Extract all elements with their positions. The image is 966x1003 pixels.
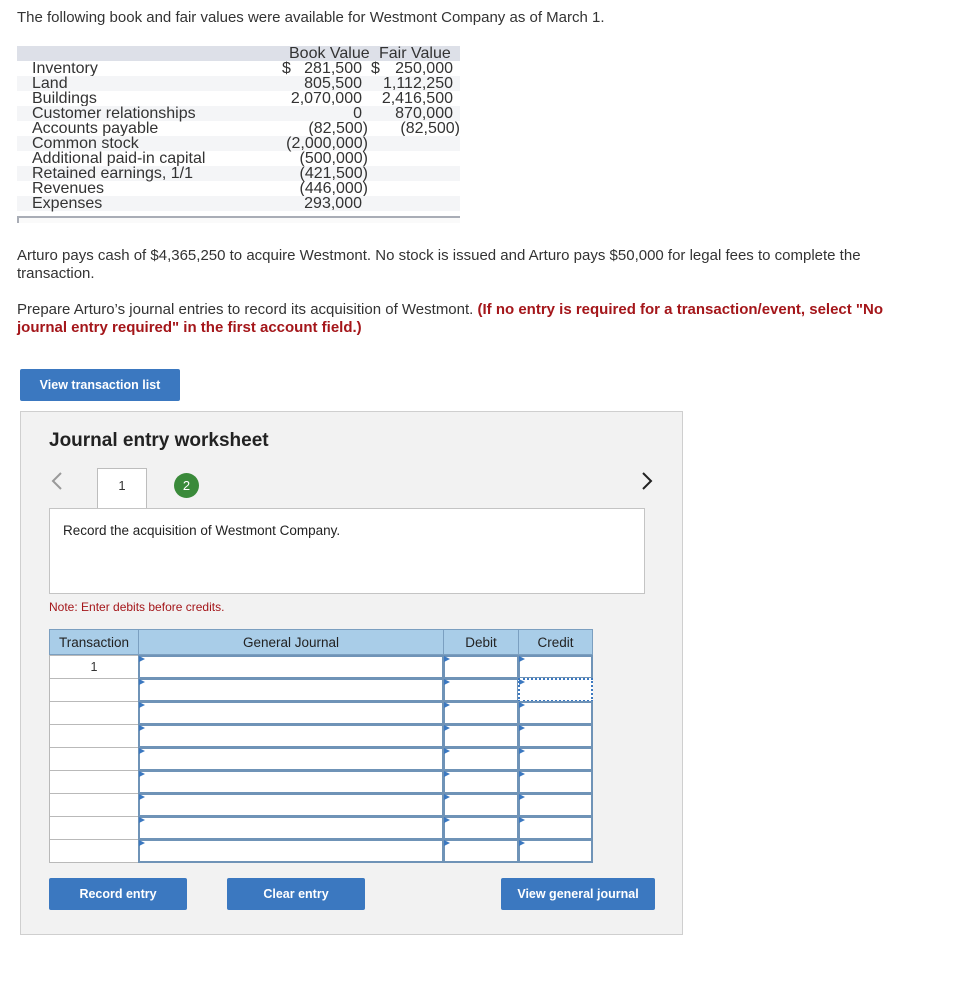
book-value: 805,500: [304, 75, 362, 92]
debit-input[interactable]: [443, 678, 519, 702]
fair-value: 870,000: [395, 105, 453, 122]
problem-paragraph: Arturo pays cash of $4,365,250 to acquir…: [17, 247, 861, 282]
book-value: (82,500): [308, 120, 368, 137]
book-value: (2,000,000): [286, 135, 368, 152]
general-journal-input[interactable]: [138, 678, 444, 702]
credit-input[interactable]: [518, 770, 593, 794]
debit-input[interactable]: [443, 747, 519, 771]
debit-input[interactable]: [443, 793, 519, 817]
book-value: 293,000: [304, 195, 362, 212]
credit-input[interactable]: [518, 724, 593, 748]
fair-value: 250,000: [395, 60, 453, 77]
general-journal-input[interactable]: [138, 770, 444, 794]
general-journal-input[interactable]: [138, 747, 444, 771]
debit-input[interactable]: [443, 724, 519, 748]
debit-input[interactable]: [443, 701, 519, 725]
transaction-cell: [49, 839, 139, 863]
transaction-cell: [49, 701, 139, 725]
values-table-row: Common stock (2,000,000): [17, 135, 460, 152]
description-box: [49, 508, 645, 594]
header-book-value: Book Value: [289, 45, 370, 62]
clear-entry-button[interactable]: Clear entry: [227, 878, 365, 910]
fair-value: 2,416,500: [381, 90, 453, 107]
debit-credit-note: Note: Enter debits before credits.: [49, 600, 225, 614]
debit-input[interactable]: [443, 839, 519, 863]
general-journal-input[interactable]: [138, 724, 444, 748]
book-value: 2,070,000: [290, 90, 362, 107]
values-table-row: Accounts payable (82,500) (82,500): [17, 120, 460, 137]
credit-input[interactable]: [518, 747, 593, 771]
account-name: Inventory: [32, 60, 98, 77]
fair-value: 1,112,250: [383, 75, 453, 92]
values-table-row: Inventory $281,500 $250,000: [17, 60, 460, 77]
column-header-debit: Debit: [443, 629, 519, 655]
values-table-row: Buildings 2,070,000 2,416,500: [17, 90, 460, 107]
description-text: Record the acquisition of Westmont Compa…: [63, 523, 341, 538]
book-value: (421,500): [299, 165, 369, 182]
header-fair-value: Fair Value: [379, 45, 451, 62]
credit-input[interactable]: [518, 793, 593, 817]
account-name: Accounts payable: [32, 120, 159, 137]
account-name: Revenues: [32, 180, 105, 197]
instructions-paragraph: Prepare Arturo’s journal entries to reco…: [17, 301, 937, 337]
credit-input[interactable]: [518, 678, 593, 702]
credit-input[interactable]: [518, 839, 593, 863]
transaction-cell: [49, 816, 139, 840]
chevron-left-icon[interactable]: [50, 471, 64, 497]
values-table: Book Value Fair Value Inventory $281,500 $25…: [17, 46, 460, 224]
general-journal-input[interactable]: [138, 793, 444, 817]
account-name: Buildings: [32, 90, 97, 107]
book-value: 0: [353, 105, 362, 122]
values-table-row: Customer relationships 0 870,000: [17, 105, 460, 122]
currency-symbol: $: [371, 60, 380, 77]
account-name: Retained earnings, 1/1: [32, 165, 193, 182]
chevron-right-icon[interactable]: [640, 471, 654, 497]
values-table-row: Expenses 293,000: [17, 195, 460, 212]
book-value: (500,000): [299, 150, 369, 167]
account-name: Customer relationships: [32, 105, 196, 122]
credit-input[interactable]: [518, 701, 593, 725]
transaction-cell: [49, 770, 139, 794]
debit-input[interactable]: [443, 655, 519, 679]
currency-symbol: $: [282, 60, 291, 77]
debit-input[interactable]: [443, 770, 519, 794]
column-header-general-journal: General Journal: [138, 629, 444, 655]
values-table-row: Retained earnings, 1/1 (421,500): [17, 165, 460, 182]
column-header-credit: Credit: [518, 629, 593, 655]
intro-text: The following book and fair values were …: [17, 9, 605, 26]
credit-input[interactable]: [518, 816, 593, 840]
fair-value: (82,500): [400, 120, 460, 137]
values-table-row: Additional paid-in capital (500,000): [17, 150, 460, 167]
transaction-cell: [49, 793, 139, 817]
account-name: Expenses: [32, 195, 103, 212]
values-table-row: Land 805,500 1,112,250: [17, 75, 460, 92]
transaction-cell: [49, 724, 139, 748]
book-value: (446,000): [299, 180, 369, 197]
column-header-transaction: Transaction: [49, 629, 139, 655]
transaction-cell: [49, 747, 139, 771]
account-name: Common stock: [32, 135, 139, 152]
account-name: Additional paid-in capital: [32, 150, 206, 167]
transaction-cell: [49, 678, 139, 702]
debit-input[interactable]: [443, 816, 519, 840]
tab-2[interactable]: 2: [174, 473, 199, 498]
account-name: Land: [32, 75, 68, 92]
credit-input[interactable]: [518, 655, 593, 679]
general-journal-input[interactable]: [138, 701, 444, 725]
transaction-cell: 1: [49, 655, 139, 679]
record-entry-button[interactable]: Record entry: [49, 878, 187, 910]
view-general-journal-button[interactable]: View general journal: [501, 878, 655, 910]
general-journal-input[interactable]: [138, 816, 444, 840]
table-scrollbar[interactable]: [17, 216, 460, 223]
instructions-text: Prepare Arturo’s journal entries to reco…: [17, 301, 474, 318]
values-table-row: Revenues (446,000): [17, 180, 460, 197]
worksheet-title: Journal entry worksheet: [49, 430, 269, 451]
values-table-header: Book Value Fair Value: [17, 45, 460, 62]
tab-1[interactable]: 1: [97, 468, 147, 509]
book-value: 281,500: [304, 60, 362, 77]
general-journal-input[interactable]: [138, 839, 444, 863]
general-journal-input[interactable]: [138, 655, 444, 679]
view-transaction-list-button[interactable]: View transaction list: [20, 369, 180, 401]
